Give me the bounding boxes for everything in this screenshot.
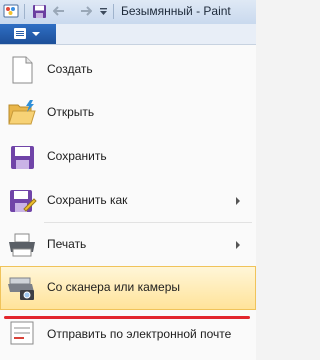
menu-item-save[interactable]: Сохранить <box>0 135 256 179</box>
toolbar-separator <box>24 4 25 19</box>
menu-item-from-scanner[interactable]: Со сканера или камеры <box>0 266 256 310</box>
menu-top-border <box>0 44 256 45</box>
menu-item-open[interactable]: Открыть <box>0 91 256 135</box>
menu-item-label: Сохранить <box>47 149 107 163</box>
menu-item-label: Сохранить как <box>47 193 128 207</box>
window-title: Безымянный - Paint <box>121 4 231 18</box>
menu-item-label: Отправить по электронной почте <box>47 327 232 341</box>
submenu-arrow-icon <box>236 241 240 249</box>
printer-icon <box>6 229 38 261</box>
paint-app-icon[interactable] <box>3 3 19 19</box>
scanner-camera-icon <box>6 272 38 304</box>
menu-item-save-as[interactable]: Сохранить как <box>0 179 256 223</box>
chevron-down-icon <box>32 32 40 36</box>
undo-icon[interactable] <box>53 3 69 19</box>
menu-item-label: Создать <box>47 62 93 76</box>
new-document-icon <box>6 54 38 86</box>
menu-item-send-email[interactable]: Отправить по электронной почте <box>0 311 256 355</box>
ribbon-tab-strip <box>56 24 256 44</box>
menu-item-new[interactable]: Создать <box>0 48 256 92</box>
menu-item-label: Со сканера или камеры <box>47 280 180 294</box>
email-icon <box>6 316 38 348</box>
redo-icon[interactable] <box>76 3 92 19</box>
title-bar: Безымянный - Paint <box>0 0 256 25</box>
menu-item-label: Печать <box>47 237 87 251</box>
submenu-arrow-icon <box>236 197 240 205</box>
open-folder-icon <box>6 97 38 129</box>
customize-dropdown-icon[interactable] <box>98 3 108 19</box>
save-icon[interactable] <box>31 3 47 19</box>
save-disk-icon <box>6 141 38 173</box>
save-as-icon <box>6 185 38 217</box>
paint-menu-button[interactable] <box>0 24 57 44</box>
menu-list-icon <box>14 28 26 39</box>
menu-item-label: Открыть <box>47 105 95 119</box>
menu-item-print[interactable]: Печать <box>0 223 256 267</box>
toolbar-separator <box>113 4 114 19</box>
